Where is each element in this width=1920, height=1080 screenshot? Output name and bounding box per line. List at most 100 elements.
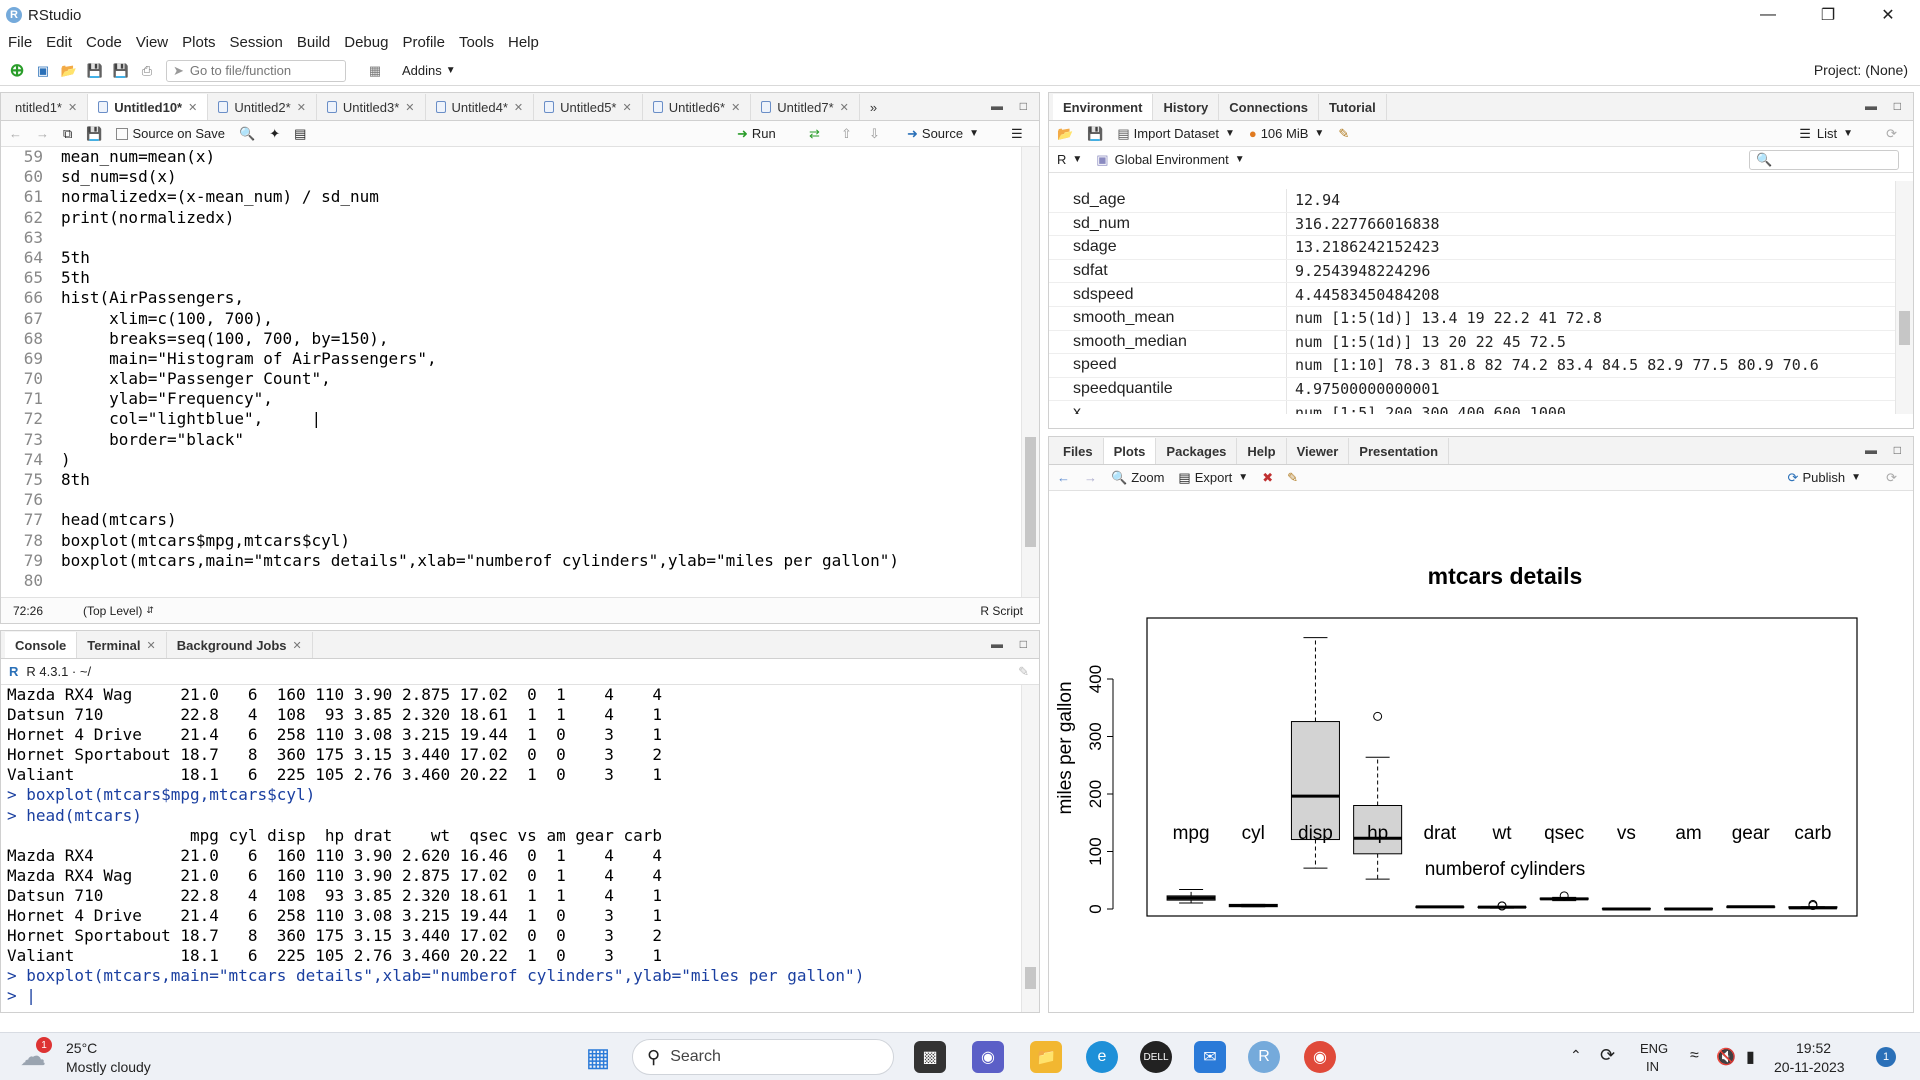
environment-row[interactable]: sd_age 12.94 — [1049, 189, 1895, 213]
clock-time[interactable]: 19:52 — [1796, 1040, 1831, 1056]
minimize-pane-icon[interactable]: ▬ — [1865, 443, 1877, 457]
addins-menu[interactable]: Addins — [402, 63, 442, 78]
taskbar-search[interactable]: ⚲ Search — [632, 1039, 894, 1075]
more-tabs-icon[interactable]: » — [860, 94, 887, 120]
tab-history[interactable]: History — [1153, 94, 1220, 120]
publish-button[interactable]: ⟳ Publish ▼ — [1788, 470, 1861, 486]
close-button[interactable]: ✕ — [1860, 0, 1916, 30]
save-icon[interactable]: 💾 — [86, 62, 104, 80]
run-button[interactable]: ➜ Run — [737, 126, 776, 142]
menu-profile[interactable]: Profile — [402, 34, 445, 51]
tab-untitled4[interactable]: Untitled4* ✕ — [426, 94, 535, 120]
menu-build[interactable]: Build — [297, 34, 330, 51]
clock-date[interactable]: 20-11-2023 — [1774, 1059, 1845, 1075]
tab-presentation[interactable]: Presentation — [1349, 438, 1450, 464]
memory-usage[interactable]: ● 106 MiB ▼ — [1249, 126, 1324, 141]
tab-untitled1[interactable]: ntitled1* ✕ — [5, 94, 89, 120]
close-tab-icon[interactable]: ✕ — [840, 101, 849, 114]
close-tab-icon[interactable]: ✕ — [147, 639, 156, 652]
environment-search-input[interactable]: 🔍 — [1749, 149, 1899, 170]
tab-terminal[interactable]: Terminal ✕ — [77, 632, 167, 658]
windows-start-icon[interactable]: ▦ — [582, 1041, 614, 1073]
goto-file-input[interactable]: ➤ Go to file/function — [166, 59, 346, 82]
refresh-icon[interactable]: ⟳ — [1886, 126, 1897, 142]
language-ind-2[interactable]: IN — [1646, 1059, 1659, 1074]
source-button[interactable]: ➜ Source ▼ — [907, 126, 979, 142]
close-tab-icon[interactable]: ✕ — [514, 101, 523, 114]
editor-scrollbar[interactable] — [1021, 147, 1039, 597]
code-tools-icon[interactable]: ✦ — [269, 126, 280, 142]
rerun-icon[interactable]: ⇄ — [809, 126, 820, 142]
clear-console-icon[interactable]: ✎ — [1018, 664, 1029, 680]
scope-indicator[interactable]: (Top Level) — [83, 604, 142, 618]
environment-row[interactable]: x num [1:5] 200 300 400 600 1000 — [1049, 401, 1895, 414]
show-hidden-icons[interactable]: ⌃ — [1570, 1047, 1582, 1064]
zoom-button[interactable]: 🔍 Zoom — [1111, 470, 1164, 486]
onedrive-sync-icon[interactable]: ⟳ — [1600, 1045, 1615, 1066]
import-dataset-button[interactable]: ▤ Import Dataset ▼ — [1117, 126, 1234, 142]
environment-row[interactable]: sdfat 9.2543948224296 — [1049, 259, 1895, 284]
menu-session[interactable]: Session — [230, 34, 283, 51]
tab-background-jobs[interactable]: Background Jobs ✕ — [167, 632, 313, 658]
minimize-pane-icon[interactable]: ▬ — [991, 99, 1003, 113]
edge-icon[interactable]: e — [1086, 1041, 1118, 1073]
environment-row[interactable]: sdage 13.2186242152423 — [1049, 236, 1895, 260]
minimize-pane-icon[interactable]: ▬ — [991, 637, 1003, 651]
editor-scroll-thumb[interactable] — [1025, 437, 1036, 547]
close-tab-icon[interactable]: ✕ — [293, 639, 302, 652]
menu-help[interactable]: Help — [508, 34, 539, 51]
load-workspace-icon[interactable]: 📂 — [1057, 126, 1073, 142]
volume-mute-icon[interactable]: 🔇 — [1716, 1047, 1736, 1067]
clear-workspace-icon[interactable]: ✎ — [1338, 126, 1349, 142]
task-view-icon[interactable]: ▩ — [914, 1041, 946, 1073]
close-tab-icon[interactable]: ✕ — [297, 101, 306, 114]
print-icon[interactable]: ⎙ — [138, 62, 156, 80]
search-icon[interactable]: 🔍 — [239, 126, 255, 142]
restore-button[interactable]: ❐ — [1800, 0, 1856, 30]
tab-untitled10[interactable]: Untitled10* ✕ — [88, 94, 209, 120]
remove-plot-icon[interactable]: ✖ — [1262, 470, 1273, 486]
mail-icon[interactable]: ✉ — [1194, 1041, 1226, 1073]
environment-scrollbar[interactable] — [1895, 181, 1913, 414]
maximize-pane-icon[interactable]: □ — [1020, 99, 1027, 113]
tab-untitled2[interactable]: Untitled2* ✕ — [208, 94, 317, 120]
new-project-icon[interactable]: ▣ — [34, 62, 52, 80]
menu-file[interactable]: File — [8, 34, 32, 51]
console-scrollbar[interactable] — [1021, 685, 1039, 1012]
tab-untitled5[interactable]: Untitled5* ✕ — [534, 94, 643, 120]
environment-row[interactable]: smooth_mean num [1:5(1d)] 13.4 19 22.2 41… — [1049, 306, 1895, 331]
open-file-icon[interactable]: 📂 — [60, 62, 78, 80]
notification-badge[interactable]: 1 — [1876, 1047, 1896, 1067]
maximize-pane-icon[interactable]: □ — [1894, 99, 1901, 113]
close-tab-icon[interactable]: ✕ — [731, 101, 740, 114]
tab-console[interactable]: Console — [5, 632, 78, 658]
save-all-icon[interactable]: 💾 — [112, 62, 130, 80]
close-tab-icon[interactable]: ✕ — [68, 101, 77, 114]
outline-icon[interactable]: ☰ — [1011, 126, 1023, 142]
previous-plot-icon[interactable]: ← — [1057, 470, 1070, 485]
file-explorer-icon[interactable]: 📁 — [1030, 1041, 1062, 1073]
project-menu[interactable]: Project: (None) — [1814, 62, 1908, 78]
console-output[interactable]: Mazda RX4 Wag 21.0 6 160 110 3.90 2.875 … — [1, 685, 1021, 1012]
tab-viewer[interactable]: Viewer — [1287, 438, 1350, 464]
chrome-icon[interactable]: ◉ — [1304, 1041, 1336, 1073]
battery-icon[interactable]: ▮ — [1746, 1047, 1755, 1067]
environment-scroll-thumb[interactable] — [1899, 311, 1910, 345]
tab-plots[interactable]: Plots — [1103, 438, 1157, 464]
up-icon[interactable]: ⇧ — [841, 126, 852, 142]
export-button[interactable]: ▤ Export ▼ — [1178, 470, 1248, 486]
file-type[interactable]: R Script — [980, 604, 1023, 618]
tab-untitled6[interactable]: Untitled6* ✕ — [643, 94, 752, 120]
tab-tutorial[interactable]: Tutorial — [1319, 94, 1387, 120]
menu-code[interactable]: Code — [86, 34, 122, 51]
environment-row[interactable]: speedquantile 4.97500000000001 — [1049, 377, 1895, 402]
grid-layout-icon[interactable]: ▦ — [366, 62, 384, 80]
environment-row[interactable]: smooth_median num [1:5(1d)] 13 20 22 45 7… — [1049, 330, 1895, 355]
new-file-icon[interactable]: ⊕ — [8, 60, 26, 80]
menu-view[interactable]: View — [136, 34, 168, 51]
tab-untitled3[interactable]: Untitled3* ✕ — [317, 94, 426, 120]
forward-icon[interactable]: → — [36, 126, 49, 141]
console-scroll-thumb[interactable] — [1025, 967, 1036, 989]
compile-report-icon[interactable]: ▤ — [294, 126, 306, 142]
rstudio-taskbar-icon[interactable]: R — [1248, 1041, 1280, 1073]
